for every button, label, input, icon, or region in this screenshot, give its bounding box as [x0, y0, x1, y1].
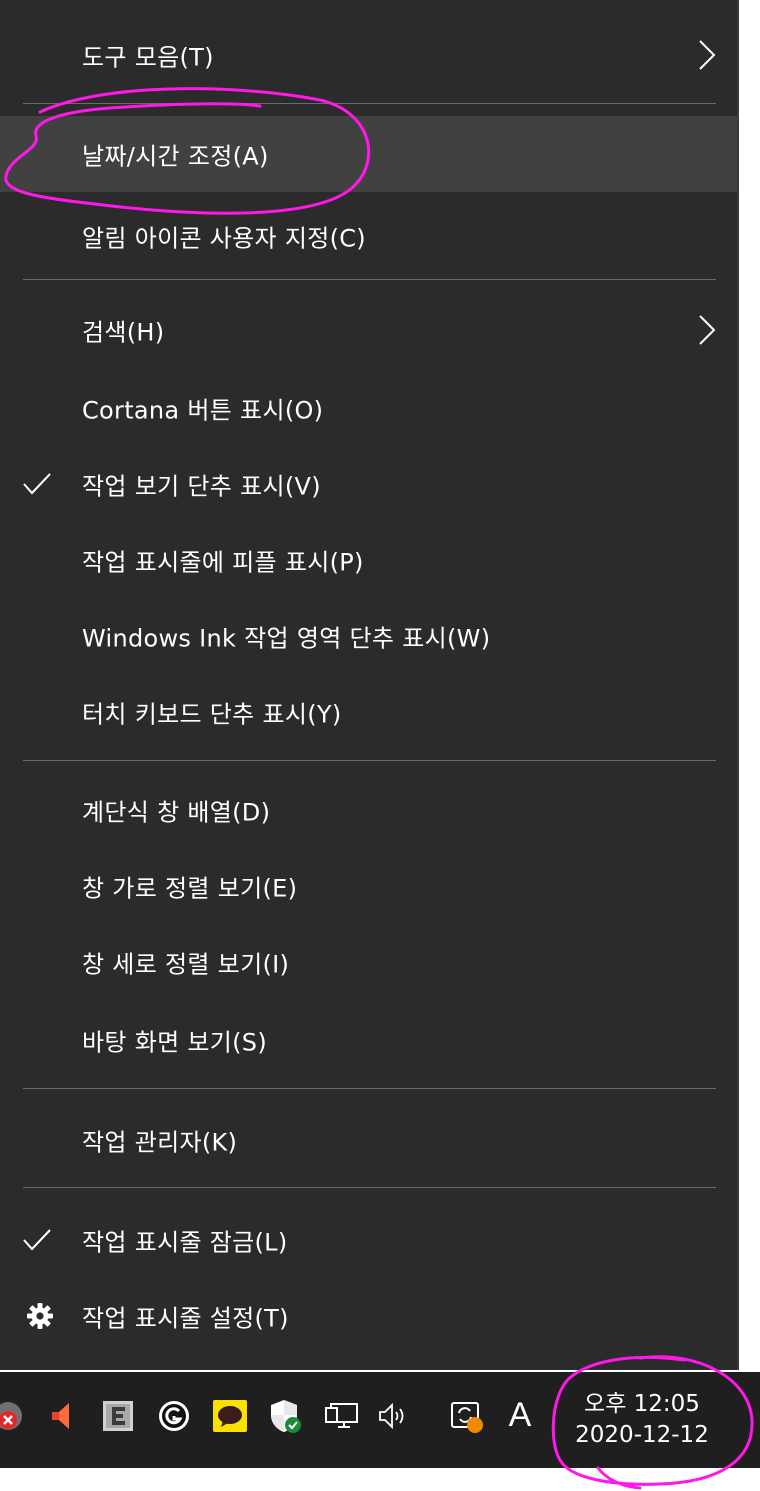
- clock-time: 오후 12:05: [584, 1391, 700, 1417]
- menu-item-show-desktop[interactable]: 바탕 화면 보기(S): [0, 1002, 737, 1078]
- menu-item-label: 계단식 창 배열(D): [82, 798, 271, 827]
- menu-separator: [23, 760, 716, 761]
- menu-item-toolbars[interactable]: 도구 모음(T): [0, 12, 737, 98]
- security-shield-icon[interactable]: [264, 1396, 304, 1436]
- chevron-right-icon: [699, 315, 716, 345]
- menu-item-label: Windows Ink 작업 영역 단추 표시(W): [82, 624, 491, 653]
- menu-item-show-people[interactable]: 작업 표시줄에 피플 표시(P): [0, 522, 737, 598]
- volume-icon[interactable]: [372, 1396, 412, 1436]
- menu-item-label: 작업 표시줄에 피플 표시(P): [82, 548, 364, 577]
- taskbar-context-menu: 도구 모음(T) 날짜/시간 조정(A) 알림 아이콘 사용자 지정(C) 검색…: [0, 0, 739, 1370]
- menu-item-adjust-date-time[interactable]: 날짜/시간 조정(A): [0, 116, 737, 192]
- menu-item-label: 작업 보기 단추 표시(V): [82, 472, 321, 501]
- menu-item-show-windows-ink-button[interactable]: Windows Ink 작업 영역 단추 표시(W): [0, 598, 737, 674]
- menu-item-label: 알림 아이콘 사용자 지정(C): [82, 224, 366, 253]
- gear-icon: [27, 1303, 53, 1329]
- chevron-right-icon: [699, 40, 716, 70]
- menu-item-label: 도구 모음(T): [82, 43, 214, 72]
- menu-item-cascade-windows[interactable]: 계단식 창 배열(D): [0, 772, 737, 848]
- menu-item-task-manager[interactable]: 작업 관리자(K): [0, 1102, 737, 1178]
- sync-app-icon[interactable]: [446, 1396, 486, 1436]
- menu-item-show-windows-stacked[interactable]: 창 가로 정렬 보기(E): [0, 848, 737, 924]
- checkmark-icon: [23, 1229, 51, 1251]
- checkmark-icon: [23, 473, 51, 495]
- menu-separator: [23, 1088, 716, 1089]
- menu-separator: [23, 1187, 716, 1188]
- taskbar-clock[interactable]: 오후 12:05 2020-12-12: [554, 1378, 730, 1462]
- menu-item-customize-notification-icons[interactable]: 알림 아이콘 사용자 지정(C): [0, 198, 737, 274]
- menu-item-label: 터치 키보드 단추 표시(Y): [82, 700, 342, 729]
- menu-item-search[interactable]: 검색(H): [0, 292, 737, 368]
- menu-item-label: 작업 표시줄 설정(T): [82, 1304, 289, 1333]
- menu-item-show-touch-keyboard-button[interactable]: 터치 키보드 단추 표시(Y): [0, 674, 737, 750]
- error-badge-icon[interactable]: [0, 1396, 28, 1436]
- menu-item-label: 검색(H): [82, 318, 165, 347]
- menu-item-label: 바탕 화면 보기(S): [82, 1028, 267, 1057]
- menu-item-taskbar-settings[interactable]: 작업 표시줄 설정(T): [0, 1278, 737, 1354]
- kakaotalk-icon[interactable]: [210, 1396, 250, 1436]
- taskbar: A 오후 12:05 2020-12-12: [0, 1372, 760, 1468]
- screen-edge: [0, 1468, 760, 1491]
- screen: 도구 모음(T) 날짜/시간 조정(A) 알림 아이콘 사용자 지정(C) 검색…: [0, 0, 760, 1491]
- menu-item-label: 날짜/시간 조정(A): [82, 142, 269, 171]
- menu-item-show-task-view-button[interactable]: 작업 보기 단추 표시(V): [0, 446, 737, 522]
- menu-separator: [23, 103, 716, 104]
- menu-item-label: 작업 표시줄 잠금(L): [82, 1228, 288, 1257]
- menu-item-show-windows-side-by-side[interactable]: 창 세로 정렬 보기(I): [0, 924, 737, 1000]
- menu-item-label: 창 세로 정렬 보기(I): [82, 950, 290, 979]
- menu-item-show-cortana-button[interactable]: Cortana 버튼 표시(O): [0, 370, 737, 446]
- menu-item-label: Cortana 버튼 표시(O): [82, 396, 324, 425]
- menu-item-label: 창 가로 정렬 보기(E): [82, 874, 298, 903]
- speaker-muted-icon[interactable]: [44, 1396, 84, 1436]
- g-app-icon[interactable]: [154, 1396, 194, 1436]
- e-app-icon[interactable]: [98, 1396, 138, 1436]
- menu-item-lock-taskbar[interactable]: 작업 표시줄 잠금(L): [0, 1202, 737, 1278]
- menu-item-label: 작업 관리자(K): [82, 1128, 238, 1157]
- menu-separator: [23, 279, 716, 280]
- network-icon[interactable]: [322, 1396, 362, 1436]
- clock-date: 2020-12-12: [575, 1422, 709, 1448]
- input-language-indicator[interactable]: A: [502, 1390, 538, 1440]
